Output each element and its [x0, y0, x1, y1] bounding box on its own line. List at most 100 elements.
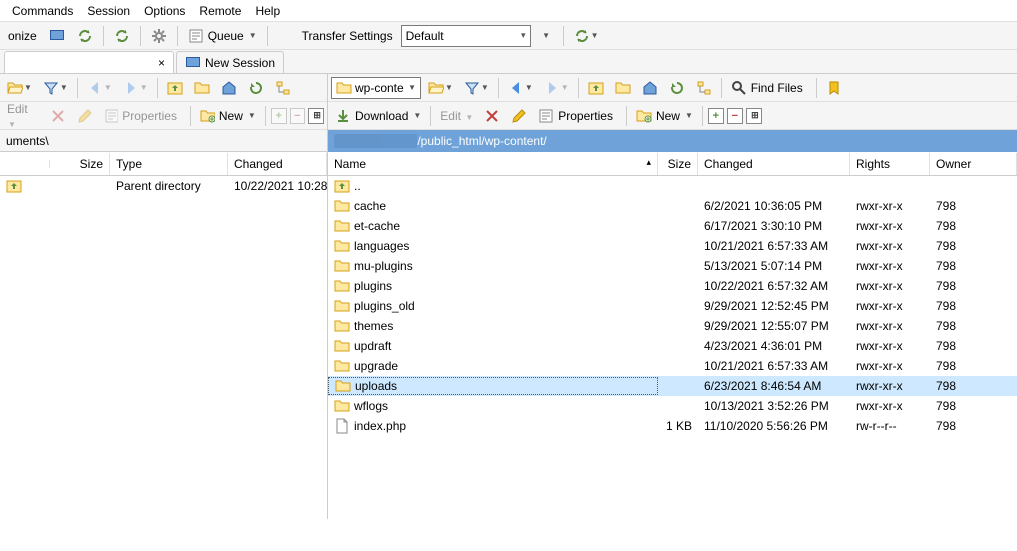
local-selectall-icon[interactable]: ⊞ — [308, 108, 324, 124]
local-filter-icon[interactable]: ▼ — [39, 77, 72, 99]
sync-icon[interactable] — [73, 25, 97, 47]
local-edit-icon[interactable] — [73, 105, 97, 127]
list-item[interactable]: et-cache 6/17/2021 3:30:10 PM rwxr-xr-x … — [328, 216, 1017, 236]
local-cmd: Edit ▼ Properties New▼ + − ⊞ — [0, 102, 327, 130]
terminal-icon[interactable] — [45, 25, 69, 47]
close-tab-icon[interactable]: × — [158, 56, 165, 70]
local-refresh-icon[interactable] — [244, 77, 268, 99]
transfer-settings-combo[interactable]: Default▾ — [401, 25, 531, 47]
remote-pane: wp-conte▼ ▼ ▼ ▼ ▼ Find Files Download▼ E… — [328, 74, 1017, 519]
remote-edit-icon[interactable] — [507, 105, 531, 127]
queue-button[interactable]: Queue▼ — [184, 25, 261, 47]
local-minus-icon[interactable]: − — [290, 108, 306, 124]
transfer-settings-label: Transfer Settings — [298, 29, 397, 43]
menu-help[interactable]: Help — [249, 2, 286, 20]
synchronize-label[interactable]: onize — [4, 29, 41, 43]
menu-options[interactable]: Options — [138, 2, 191, 20]
remote-selectall-icon[interactable]: ⊞ — [746, 108, 762, 124]
list-item[interactable]: cache 6/2/2021 10:36:05 PM rwxr-xr-x 798 — [328, 196, 1017, 216]
transfer-dropdown[interactable]: ▼ — [535, 25, 557, 47]
local-props-button[interactable]: Properties — [100, 105, 185, 127]
folder-icon — [334, 298, 350, 314]
remote-dir-combo[interactable]: wp-conte▼ — [331, 77, 421, 99]
list-item[interactable]: uploads 6/23/2021 8:46:54 AM rwxr-xr-x 7… — [328, 376, 1017, 396]
sync-browse-icon[interactable] — [110, 25, 134, 47]
local-forward-icon[interactable]: ▼ — [119, 77, 152, 99]
remote-home-icon[interactable] — [638, 77, 662, 99]
list-item[interactable]: languages 10/21/2021 6:57:33 AM rwxr-xr-… — [328, 236, 1017, 256]
local-path: uments\ — [0, 130, 327, 152]
settings-icon[interactable] — [147, 25, 171, 47]
local-root-icon[interactable] — [190, 77, 214, 99]
remote-cmd: Download▼ Edit ▼ Properties New▼ + − ⊞ — [328, 102, 1017, 130]
col-owner-remote[interactable]: Owner — [930, 153, 1017, 175]
remote-edit-button[interactable]: Edit ▼ — [436, 109, 477, 123]
col-name-local[interactable] — [0, 160, 50, 168]
remote-props-button[interactable]: Properties — [534, 105, 621, 127]
remote-plus-icon[interactable]: + — [708, 108, 724, 124]
local-nav: ▼ ▼ ▼ ▼ — [0, 74, 327, 102]
local-home-icon[interactable] — [217, 77, 241, 99]
list-item[interactable]: updraft 4/23/2021 4:36:01 PM rwxr-xr-x 7… — [328, 336, 1017, 356]
remote-new-button[interactable]: New▼ — [632, 105, 697, 127]
col-changed-local[interactable]: Changed — [228, 153, 327, 175]
list-item[interactable]: upgrade 10/21/2021 6:57:33 AM rwxr-xr-x … — [328, 356, 1017, 376]
col-changed-remote[interactable]: Changed — [698, 153, 850, 175]
remote-parent-icon[interactable] — [584, 77, 608, 99]
remote-tree-icon[interactable] — [692, 77, 716, 99]
local-folder-open-icon[interactable]: ▼ — [3, 77, 36, 99]
list-item[interactable]: index.php 1 KB 11/10/2020 5:56:26 PM rw-… — [328, 416, 1017, 436]
local-pane: ▼ ▼ ▼ ▼ Edit ▼ Properties New▼ + − ⊞ ume… — [0, 74, 328, 519]
menu-remote[interactable]: Remote — [193, 2, 247, 20]
list-item[interactable]: Parent directory 10/22/2021 10:28 — [0, 176, 327, 196]
folder-icon — [334, 238, 350, 254]
col-size-remote[interactable]: Size — [658, 153, 698, 175]
remote-minus-icon[interactable]: − — [727, 108, 743, 124]
file-icon — [334, 418, 350, 434]
local-delete-icon[interactable] — [46, 105, 70, 127]
folder-icon — [334, 258, 350, 274]
col-size-local[interactable]: Size — [50, 153, 110, 175]
remote-filter-icon[interactable]: ▼ — [460, 77, 493, 99]
local-headers: Size Type Changed — [0, 152, 327, 176]
folder-icon — [335, 378, 351, 394]
folder-icon — [334, 398, 350, 414]
remote-delete-icon[interactable] — [480, 105, 504, 127]
local-listing[interactable]: Parent directory 10/22/2021 10:28 — [0, 176, 327, 519]
remote-root-icon[interactable] — [611, 77, 635, 99]
folder-icon — [334, 198, 350, 214]
list-item[interactable]: plugins 10/22/2021 6:57:32 AM rwxr-xr-x … — [328, 276, 1017, 296]
remote-listing[interactable]: .. cache 6/2/2021 10:36:05 PM rwxr-xr-x … — [328, 176, 1017, 519]
session-tabs: × New Session — [0, 50, 1017, 74]
remote-forward-icon[interactable]: ▼ — [540, 77, 573, 99]
local-tree-icon[interactable] — [271, 77, 295, 99]
remote-refresh-icon[interactable] — [665, 77, 689, 99]
menu-session[interactable]: Session — [81, 2, 136, 20]
local-plus-icon[interactable]: + — [271, 108, 287, 124]
folder-icon — [334, 358, 350, 374]
local-parent-icon[interactable] — [163, 77, 187, 99]
monitor-icon — [185, 55, 201, 71]
new-session-tab[interactable]: New Session — [176, 51, 284, 73]
col-type-local[interactable]: Type — [110, 153, 228, 175]
disconnect-icon[interactable]: ▼ — [570, 25, 603, 47]
folder-icon — [334, 318, 350, 334]
list-item[interactable]: themes 9/29/2021 12:55:07 PM rwxr-xr-x 7… — [328, 316, 1017, 336]
col-rights-remote[interactable]: Rights — [850, 153, 930, 175]
list-item[interactable]: wflogs 10/13/2021 3:52:26 PM rwxr-xr-x 7… — [328, 396, 1017, 416]
list-item[interactable]: plugins_old 9/29/2021 12:52:45 PM rwxr-x… — [328, 296, 1017, 316]
local-edit-button[interactable]: Edit ▼ — [3, 102, 43, 130]
col-name-remote[interactable]: Name▴ — [328, 153, 658, 175]
active-session-tab[interactable]: × — [4, 51, 174, 73]
remote-back-icon[interactable]: ▼ — [504, 77, 537, 99]
download-button[interactable]: Download▼ — [331, 105, 425, 127]
find-files-button[interactable]: Find Files — [727, 77, 811, 99]
remote-bookmark-icon[interactable] — [822, 77, 846, 99]
list-item[interactable]: .. — [328, 176, 1017, 196]
list-item[interactable]: mu-plugins 5/13/2021 5:07:14 PM rwxr-xr-… — [328, 256, 1017, 276]
remote-folder-open-icon[interactable]: ▼ — [424, 77, 457, 99]
remote-nav: wp-conte▼ ▼ ▼ ▼ ▼ Find Files — [328, 74, 1017, 102]
local-new-button[interactable]: New▼ — [196, 105, 260, 127]
menu-commands[interactable]: Commands — [6, 2, 79, 20]
local-back-icon[interactable]: ▼ — [83, 77, 116, 99]
